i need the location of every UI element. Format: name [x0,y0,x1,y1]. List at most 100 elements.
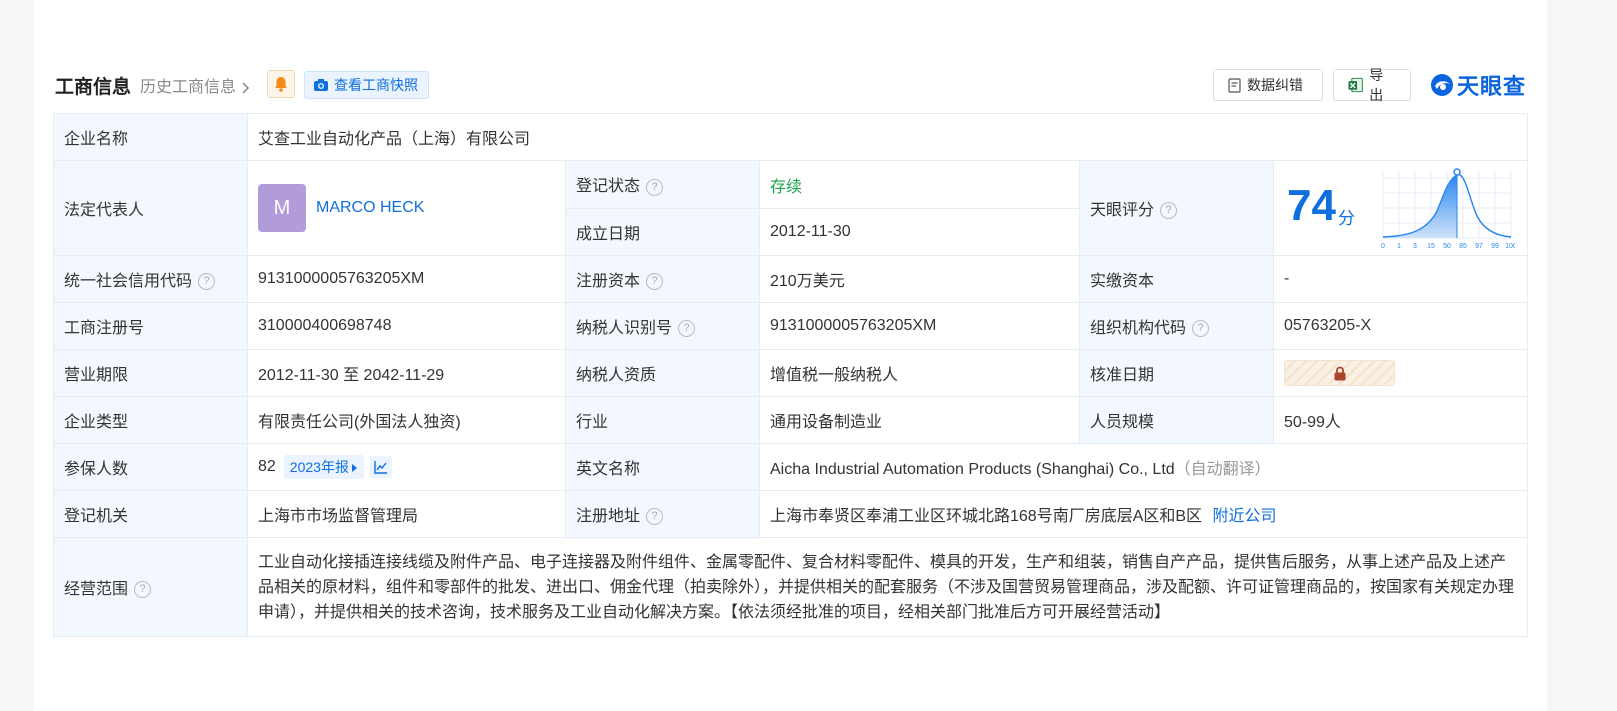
score-tick: 0 [1381,243,1385,250]
scope-value: 工业自动化接插连接线缆及附件产品、电子连接器及附件组件、金属零配件、复合材料零配… [246,537,1529,637]
taxpayer-qual-label: 纳税人资质 [565,349,760,397]
company-name-label: 企业名称 [53,113,248,161]
annual-report-label: 2023年报 [289,459,349,475]
view-snapshot-label: 查看工商快照 [334,77,418,93]
score-tick: 97 [1475,243,1483,250]
auto-translate-note: （自动翻译） [1174,461,1271,478]
nearby-companies-link[interactable]: 附近公司 [1213,508,1277,525]
avatar[interactable]: M [258,184,306,232]
org-code-value: 05763205-X [1272,302,1529,350]
reg-capital-label-cell: 注册资本? [565,255,760,303]
insured-trend-button[interactable] [369,456,392,478]
excel-icon [1348,77,1363,93]
help-icon[interactable]: ? [646,273,664,291]
score-tick: 100 [1505,243,1515,250]
score-tick: 1 [1397,243,1401,250]
document-icon [1228,77,1241,93]
approval-date-label: 核准日期 [1079,349,1274,397]
taxpayer-id-label-cell: 纳税人识别号? [565,302,760,350]
score-tick: 50 [1443,243,1451,250]
term-label: 营业期限 [53,349,248,397]
org-code-label: 组织机构代码 [1090,320,1187,337]
score-tick: 85 [1459,243,1467,250]
industry-value: 通用设备制造业 [759,396,1080,444]
authority-label: 登记机关 [53,490,248,538]
insured-label: 参保人数 [53,443,248,491]
staff-size-value: 50-99人 [1272,396,1529,444]
authority-value: 上海市市场监督管理局 [247,490,566,538]
score-value: 74 [1287,181,1336,230]
score-tick: 99 [1491,243,1499,250]
est-date-value: 2012-11-30 [759,207,1080,256]
table-row: 工商注册号 310000400698748 纳税人识别号? 9131000005… [53,302,1529,350]
table-row: 登记机关 上海市市场监督管理局 注册地址? 上海市奉贤区奉浦工业区环城北路168… [53,490,1529,538]
table-row: 企业名称 艾查工业自动化产品（上海）有限公司 [53,113,1529,161]
score-tick: 3 [1413,243,1417,250]
legal-rep-label: 法定代表人 [53,160,248,256]
score-tick: 15 [1427,243,1435,250]
score-widget[interactable]: 74 分 0 1 3 15 50 85 97 99 100 [1274,161,1527,255]
address-cell: 上海市奉贤区奉浦工业区环城北路168号南厂房底层A区和B区 附近公司 [758,490,1529,538]
data-correction-label: 数据纠错 [1247,77,1303,93]
score-distribution-chart: 0 1 3 15 50 85 97 99 100 [1381,168,1515,250]
follow-alert-button[interactable] [267,70,295,98]
english-name-cell: Aicha Industrial Automation Products (Sh… [758,443,1529,491]
help-icon[interactable]: ? [1160,202,1178,220]
trend-chart-icon [374,461,387,474]
annual-report-tag[interactable]: 2023年报 [283,455,364,479]
est-date-label: 成立日期 [565,207,760,256]
help-icon[interactable]: ? [678,320,696,338]
section-title: 工商信息 [55,77,132,98]
help-icon[interactable]: ? [1192,320,1210,338]
english-name-label: 英文名称 [565,443,760,491]
company-name-value: 艾查工业自动化产品（上海）有限公司 [246,113,1529,161]
credit-code-value: 9131000005763205XM [247,255,566,303]
data-correction-button[interactable]: 数据纠错 [1213,69,1323,101]
reg-status-cell: 存续 [759,160,1080,209]
history-info-link[interactable]: 历史工商信息 [140,73,250,97]
score-label: 天眼评分 [1090,202,1155,219]
score-cell[interactable]: 74 分 0 1 3 15 50 85 97 99 100 [1272,160,1529,256]
address-label: 注册地址 [576,508,641,525]
paid-capital-value: - [1272,255,1529,303]
company-type-value: 有限责任公司(外国法人独资) [247,396,566,444]
history-info-label: 历史工商信息 [140,79,237,96]
help-icon[interactable]: ? [646,508,664,526]
org-code-label-cell: 组织机构代码? [1079,302,1274,350]
view-snapshot-button[interactable]: 查看工商快照 [304,71,429,99]
bell-icon [275,77,287,92]
scope-label-cell: 经营范围? [53,537,248,637]
industry-label: 行业 [565,396,760,444]
reg-status-value: 存续 [770,179,803,196]
help-icon[interactable]: ? [198,273,216,291]
lock-icon [1334,366,1346,381]
legal-rep-link[interactable]: MARCO HECK [316,199,424,216]
term-value: 2012-11-30 至 2042-11-29 [247,349,566,397]
help-icon[interactable]: ? [646,178,664,196]
reg-status-label: 登记状态 [576,178,641,196]
reg-capital-label: 注册资本 [576,273,641,290]
help-icon[interactable]: ? [134,581,152,599]
english-name-value: Aicha Industrial Automation Products (Sh… [770,461,1175,478]
section-header: 工商信息 历史工商信息 查看工商快照 数据纠错 导出 天眼查 [34,67,1547,103]
camera-icon [314,79,328,91]
export-label: 导出 [1369,67,1384,103]
chevron-right-icon [242,82,250,94]
insured-cell: 82 2023年报 [247,443,566,491]
table-row: 统一社会信用代码? 9131000005763205XM 注册资本? 210万美… [53,255,1529,303]
address-value: 上海市奉贤区奉浦工业区环城北路168号南厂房底层A区和B区 [770,508,1203,525]
export-button[interactable]: 导出 [1333,67,1411,103]
business-info-card: 工商信息 历史工商信息 查看工商快照 数据纠错 导出 天眼查 企业名称 艾查工业… [34,0,1547,711]
table-row: 参保人数 82 2023年报 英文名称 Aicha Industrial Auto… [53,443,1529,491]
locked-approval-date[interactable] [1284,360,1395,386]
business-info-table: 企业名称 艾查工业自动化产品（上海）有限公司 法定代表人 M MARCO HECK… [53,113,1529,637]
legal-rep-cell: M MARCO HECK [247,160,566,256]
credit-code-label-cell: 统一社会信用代码? [53,255,248,303]
tianyancha-logo: 天眼查 [1429,69,1526,101]
taxpayer-id-value: 9131000005763205XM [759,302,1080,350]
paid-capital-label: 实缴资本 [1079,255,1274,303]
table-row: 企业类型 有限责任公司(外国法人独资) 行业 通用设备制造业 人员规模 50-9… [53,396,1529,444]
approval-date-cell [1272,349,1529,397]
reg-capital-value: 210万美元 [759,255,1080,303]
score-unit: 分 [1338,209,1355,228]
